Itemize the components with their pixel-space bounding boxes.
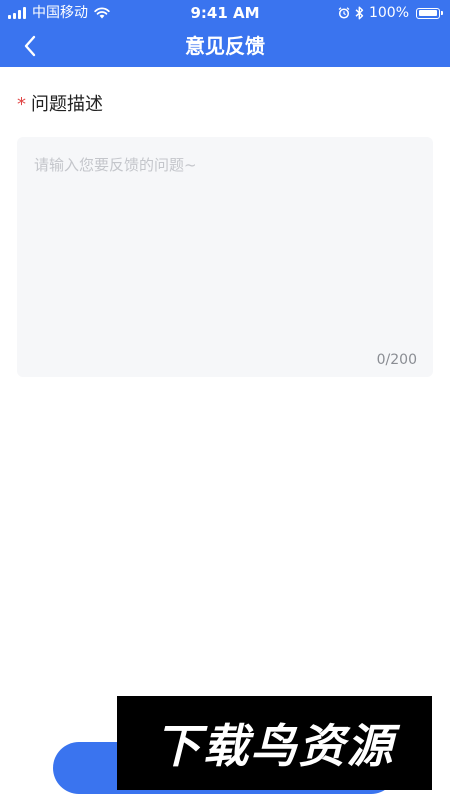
char-counter: 0/200	[376, 352, 417, 368]
feedback-textarea[interactable]	[17, 137, 433, 337]
bluetooth-icon	[355, 6, 364, 20]
nav-bar: 意见反馈	[0, 26, 450, 67]
status-bar: 中国移动 9:41 AM 100%	[0, 0, 450, 26]
watermark: 下载鸟资源	[117, 696, 432, 790]
alarm-icon	[338, 7, 350, 19]
feedback-screen: 中国移动 9:41 AM 100% 意见反馈 * 问题描述 请输入您要反馈的问题…	[0, 0, 450, 800]
label-text: 问题描述	[31, 94, 103, 115]
page-title: 意见反馈	[185, 34, 265, 58]
battery-percent: 100%	[368, 5, 409, 21]
status-right: 100%	[338, 4, 443, 22]
header: 中国移动 9:41 AM 100% 意见反馈	[0, 0, 450, 67]
required-mark: *	[17, 94, 26, 115]
battery-icon	[416, 7, 443, 19]
feedback-textarea-container: 0/200	[17, 137, 433, 377]
problem-description-label: * 问题描述	[17, 94, 103, 116]
